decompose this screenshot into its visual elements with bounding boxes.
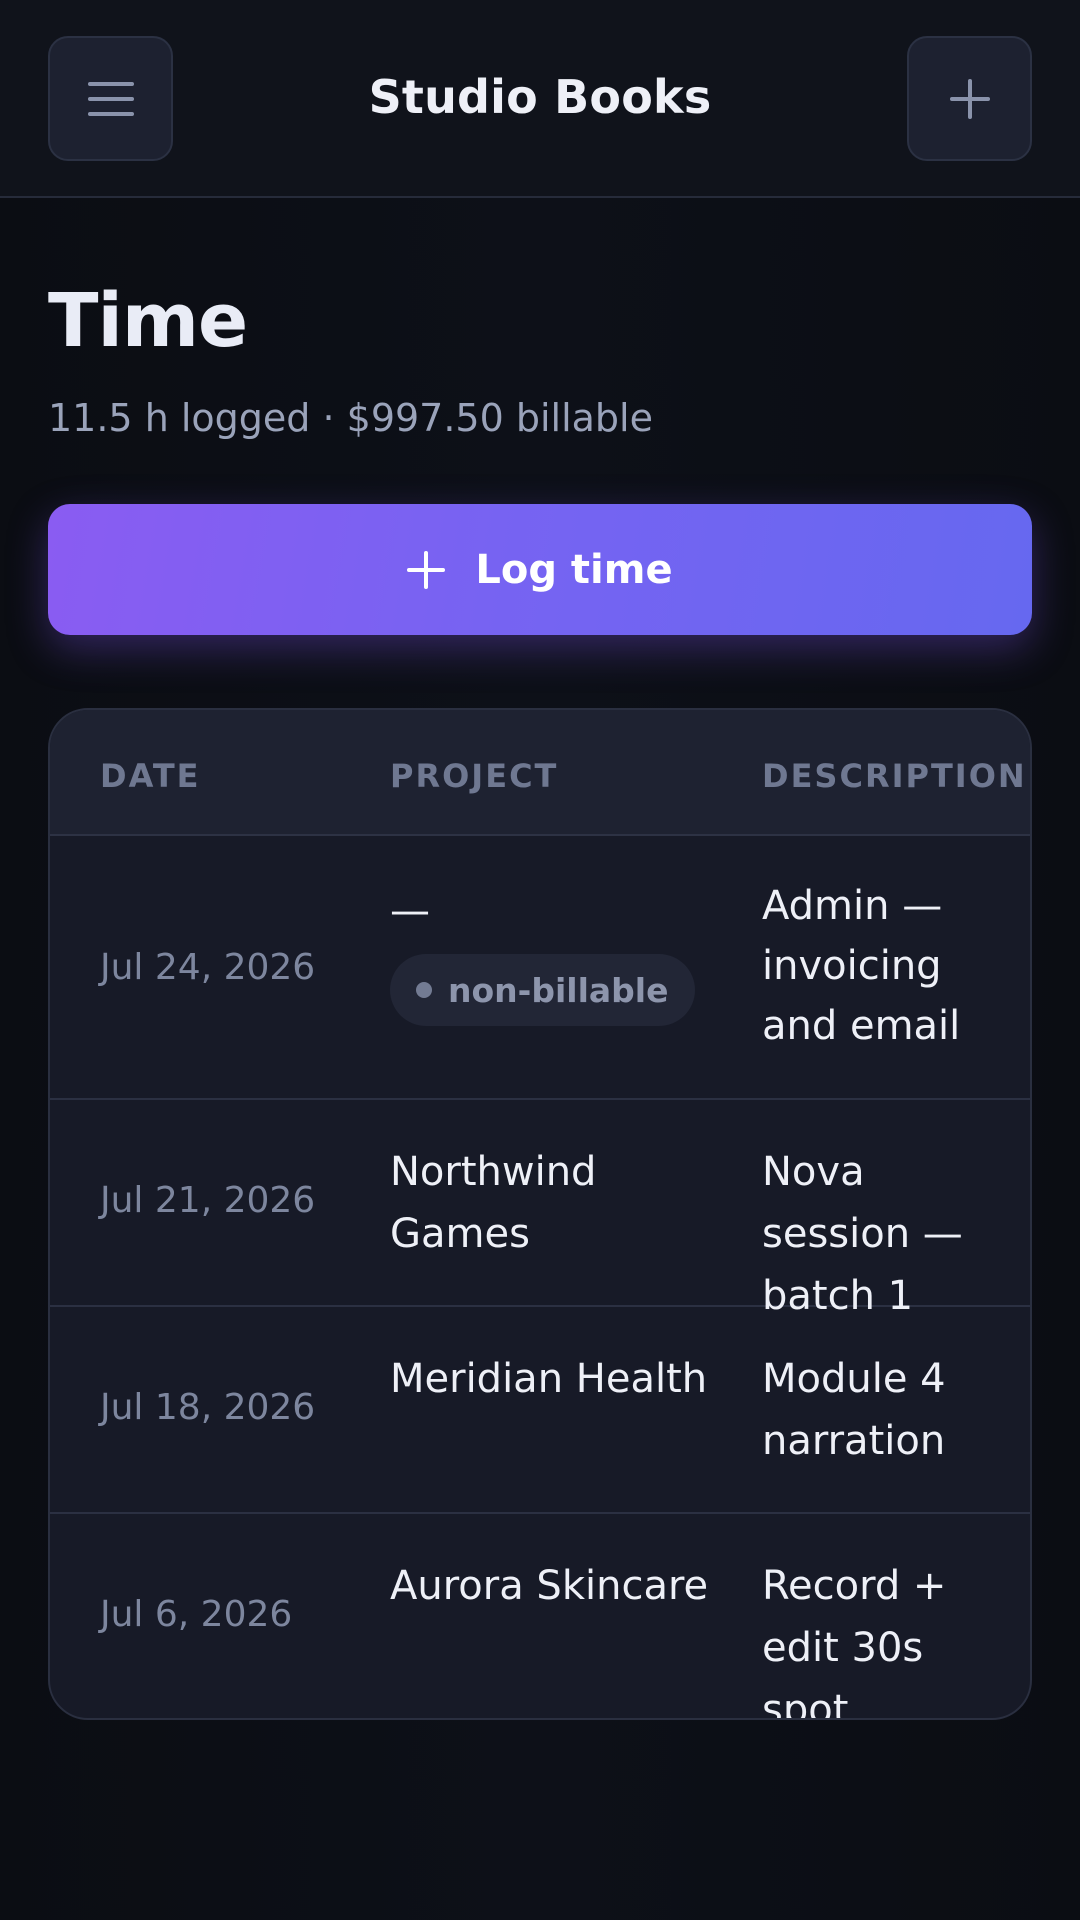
status-dot-icon	[416, 982, 432, 998]
entry-description: Admin — invoicing and email	[762, 883, 961, 1049]
add-button[interactable]	[907, 36, 1032, 161]
entry-description: Record + edit 30s spot	[762, 1563, 947, 1720]
entry-date: Jul 18, 2026	[100, 1387, 316, 1428]
app-bar: Studio Books	[0, 0, 1080, 198]
table-header: DATE PROJECT DESCRIPTION	[50, 710, 1030, 836]
entry-project: Aurora Skincare	[390, 1563, 709, 1609]
entry-project: Meridian Health	[390, 1356, 708, 1402]
entry-project: —	[390, 888, 430, 934]
column-header-project[interactable]: PROJECT	[390, 757, 558, 795]
non-billable-badge: non-billable	[390, 954, 695, 1026]
column-header-description[interactable]: DESCRIPTION	[762, 757, 1027, 795]
entry-project: Northwind Games	[390, 1149, 597, 1257]
table-row[interactable]: Jul 18, 2026 Meridian Health Module 4 na…	[50, 1307, 1030, 1514]
plus-icon	[407, 550, 446, 589]
badge-label: non-billable	[448, 970, 669, 1010]
page-summary: 11.5 h logged · $997.50 billable	[48, 396, 653, 440]
column-header-date[interactable]: DATE	[100, 757, 201, 795]
entry-date: Jul 6, 2026	[100, 1594, 293, 1635]
plus-icon	[949, 78, 990, 119]
table-row[interactable]: Jul 21, 2026 Northwind Games Nova sessio…	[50, 1100, 1030, 1319]
entry-description: Module 4 narration	[762, 1356, 946, 1464]
table-row[interactable]: Jul 6, 2026 Aurora Skincare Record + edi…	[50, 1514, 1030, 1720]
entry-date: Jul 21, 2026	[100, 1180, 316, 1221]
entry-date: Jul 24, 2026	[100, 947, 316, 988]
log-time-button[interactable]: Log time	[48, 504, 1032, 635]
time-entries-table: DATE PROJECT DESCRIPTION Jul 24, 2026 — …	[48, 708, 1032, 1720]
log-time-label: Log time	[475, 546, 673, 593]
page-title: Time	[48, 278, 248, 364]
entry-description: Nova session — batch 1	[762, 1149, 963, 1319]
table-row[interactable]: Jul 24, 2026 — non-billable Admin — invo…	[50, 836, 1030, 1100]
